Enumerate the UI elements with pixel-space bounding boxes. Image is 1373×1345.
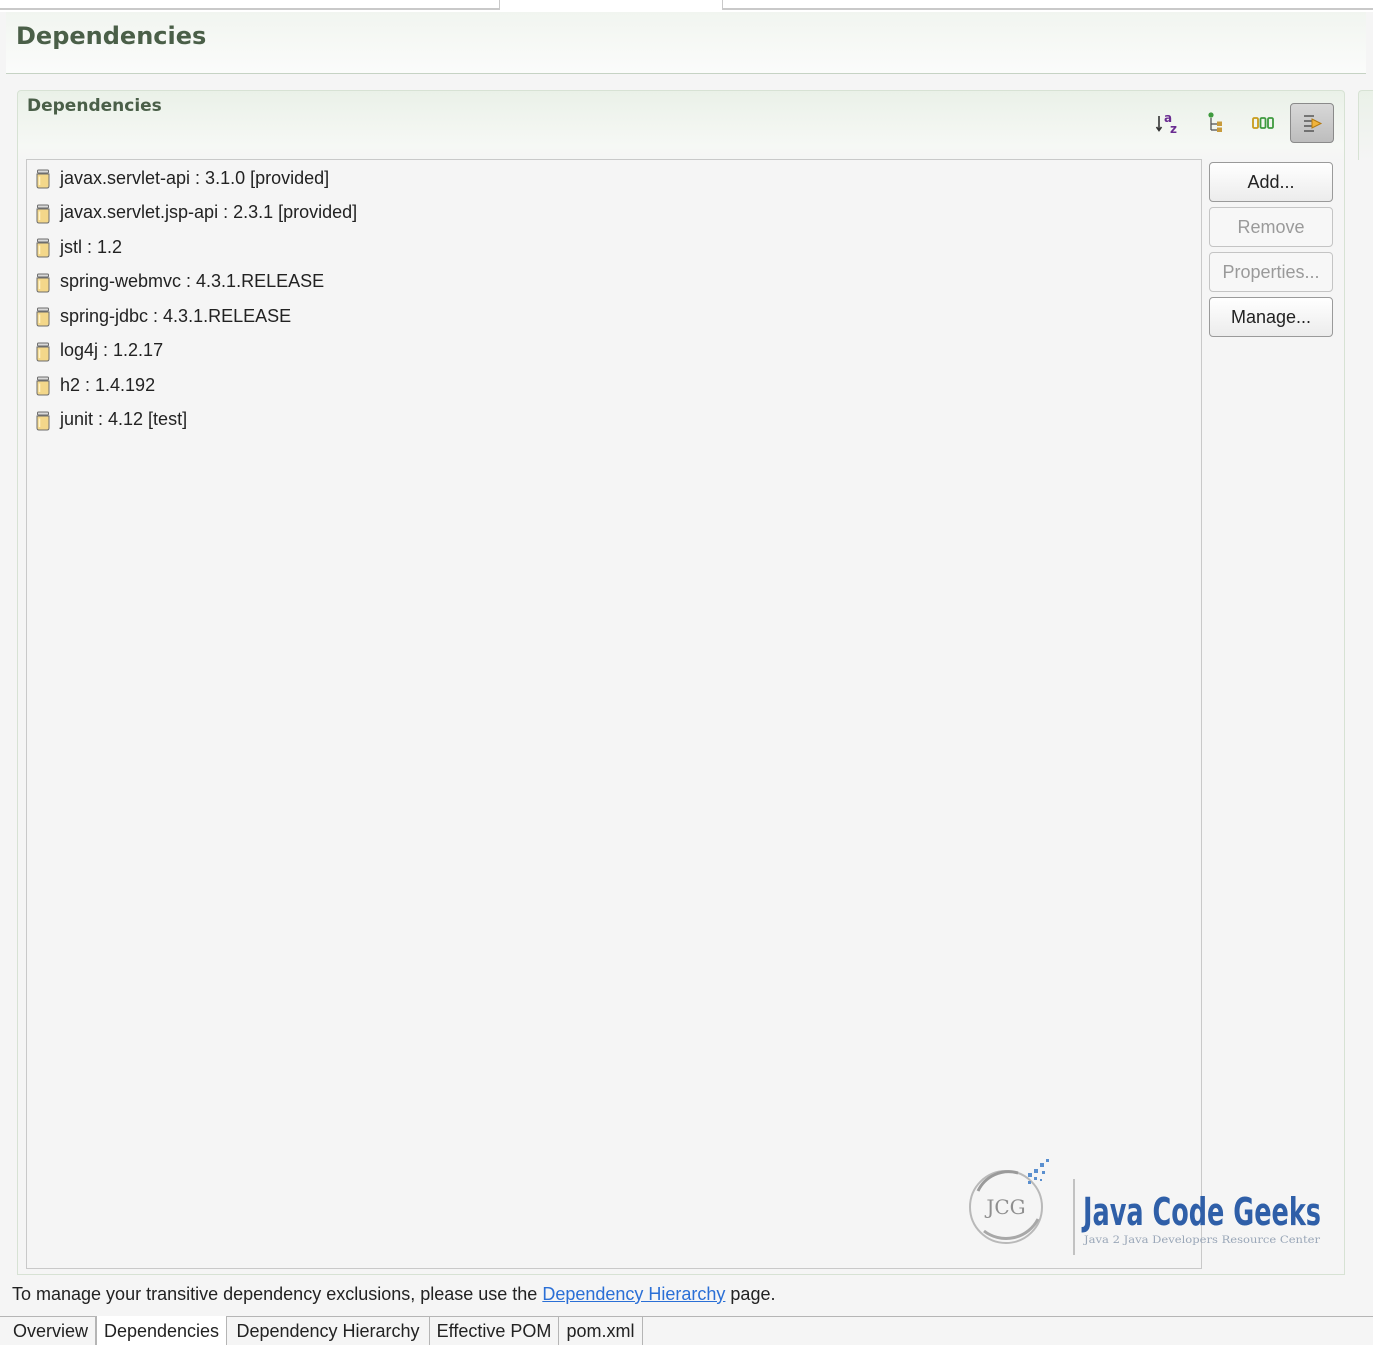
section-toolbar: a z — [1146, 99, 1336, 143]
dependency-hierarchy-link[interactable]: Dependency Hierarchy — [542, 1284, 725, 1304]
jar-icon — [36, 411, 50, 430]
dependency-item[interactable]: log4j : 1.2.17 — [35, 336, 163, 366]
sort-alphabetically-icon[interactable]: a z — [1146, 103, 1190, 143]
java-code-geeks-watermark: JCG Java Code Geeks Java 2 Java Develope… — [969, 1159, 1321, 1255]
dependency-label: jstl : 1.2 — [60, 236, 123, 257]
dependency-label: javax.servlet-api : 3.1.0 [provided] — [60, 167, 330, 188]
editor-tab-strip — [0, 0, 1373, 12]
dependencies-list[interactable]: javax.servlet-api : 3.1.0 [provided] java… — [26, 159, 1202, 1269]
footer-suffix: page. — [725, 1284, 776, 1304]
page-title: Dependencies — [16, 22, 207, 50]
form-header: Dependencies — [6, 12, 1366, 74]
remove-dependency-button[interactable]: Remove — [1209, 207, 1333, 247]
manage-button[interactable]: Manage... — [1209, 297, 1333, 337]
tab-dependencies[interactable]: Dependencies — [96, 1316, 227, 1345]
editor-page-tabs: Overview Dependencies Dependency Hierarc… — [0, 1316, 1373, 1345]
dependency-item[interactable]: jstl : 1.2 — [35, 232, 122, 262]
dependency-item[interactable]: spring-webmvc : 4.3.1.RELEASE — [35, 267, 324, 297]
jar-icon — [36, 376, 50, 396]
dependency-label: log4j : 1.2.17 — [60, 340, 164, 360]
footer-prefix: To manage your transitive dependency exc… — [12, 1284, 543, 1304]
dependency-item[interactable]: javax.servlet-api : 3.1.0 [provided] — [35, 163, 329, 193]
logo-initials: JCG — [984, 1195, 1025, 1219]
dependency-label: javax.servlet.jsp-api : 2.3.1 [provided] — [60, 202, 358, 222]
add-dependency-button[interactable]: Add... — [1209, 162, 1333, 202]
jar-icon — [36, 204, 50, 223]
dependency-label: spring-jdbc : 4.3.1.RELEASE — [60, 305, 292, 326]
adjacent-section-edge — [1358, 90, 1373, 160]
tab-overview[interactable]: Overview — [6, 1317, 96, 1345]
properties-button[interactable]: Properties... — [1209, 252, 1333, 292]
jar-icon — [36, 169, 50, 189]
tab-dependency-hierarchy[interactable]: Dependency Hierarchy — [227, 1317, 430, 1345]
dependency-label: h2 : 1.4.192 — [60, 374, 156, 395]
svg-text:z: z — [1170, 122, 1177, 136]
dependency-item[interactable]: spring-jdbc : 4.3.1.RELEASE — [35, 301, 291, 331]
jar-icon — [36, 273, 50, 292]
tab-effective-pom[interactable]: Effective POM — [430, 1317, 559, 1345]
jar-icon — [36, 342, 50, 361]
dependency-item[interactable]: junit : 4.12 [test] — [35, 405, 187, 435]
dependency-item[interactable]: h2 : 1.4.192 — [35, 370, 155, 400]
section-title: Dependencies — [27, 96, 162, 116]
show-group-id-icon[interactable] — [1194, 103, 1238, 143]
dependency-label: junit : 4.12 [test] — [60, 409, 188, 429]
jar-icon — [36, 238, 50, 258]
footer-hint: To manage your transitive dependency exc… — [12, 1284, 775, 1305]
logo-tagline: Java 2 Java Developers Resource Center — [1083, 1235, 1320, 1246]
jar-icon — [36, 307, 50, 327]
dependencies-section: Dependencies a z javax.servlet-api: 3.1… — [17, 90, 1345, 1275]
filter-icon[interactable] — [1290, 103, 1334, 143]
dependency-item[interactable]: javax.servlet.jsp-api : 2.3.1 [provided] — [35, 198, 357, 228]
show-version-icon[interactable] — [1242, 103, 1286, 143]
tab-pom-xml[interactable]: pom.xml — [559, 1317, 643, 1345]
dependency-label: spring-webmvc : 4.3.1.RELEASE — [60, 271, 325, 291]
logo-name: Java Code Geeks — [1081, 1190, 1321, 1234]
